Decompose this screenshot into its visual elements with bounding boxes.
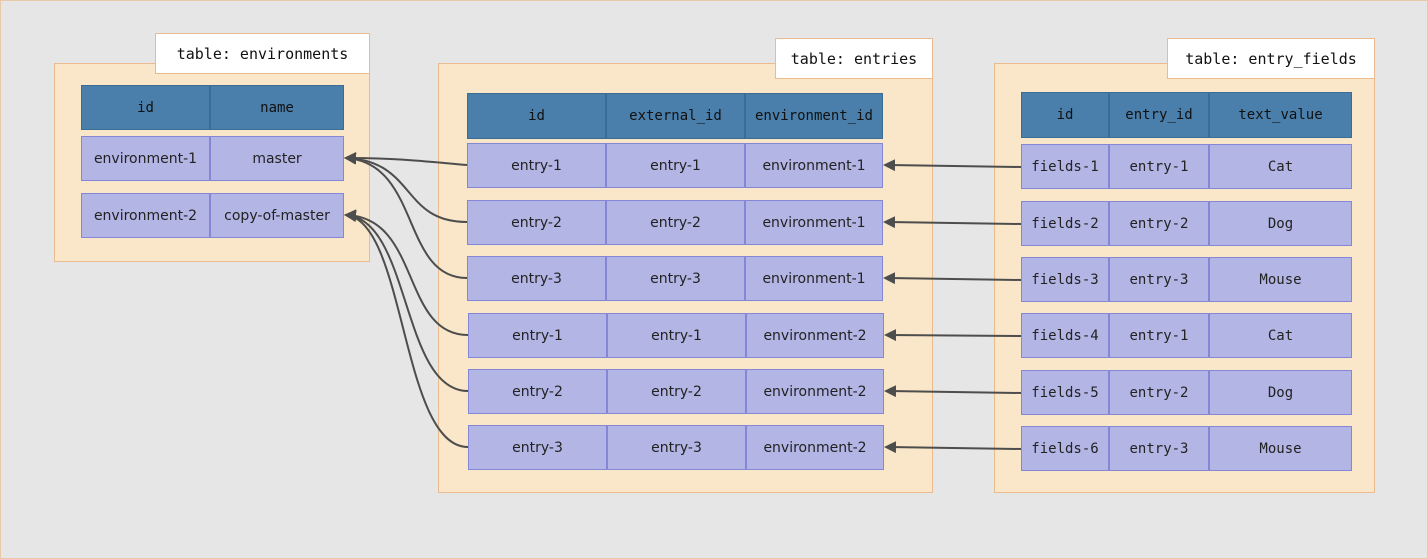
entries-table-title: table: entries bbox=[775, 38, 933, 79]
table-cell: entry-2 bbox=[607, 369, 746, 414]
table-cell: environment-2 bbox=[81, 193, 210, 238]
table-cell: entry-2 bbox=[606, 200, 745, 245]
table-cell: Dog bbox=[1209, 201, 1352, 246]
table-row: entry-1 entry-1 environment-1 bbox=[467, 143, 883, 188]
table-row: entry-1 entry-1 environment-2 bbox=[468, 313, 884, 358]
table-cell: entry-1 bbox=[1109, 313, 1209, 358]
environments-header-row: id name bbox=[81, 85, 344, 130]
diagram-canvas: table: environments id name environment-… bbox=[0, 0, 1428, 559]
table-row: entry-2 entry-2 environment-1 bbox=[467, 200, 883, 245]
table-row: fields-6 entry-3 Mouse bbox=[1021, 426, 1352, 471]
entry-fields-header-row: id entry_id text_value bbox=[1021, 92, 1352, 138]
table-cell: fields-2 bbox=[1021, 201, 1109, 246]
table-row: fields-4 entry-1 Cat bbox=[1021, 313, 1352, 358]
table-row: fields-2 entry-2 Dog bbox=[1021, 201, 1352, 246]
column-header-entry-id: entry_id bbox=[1109, 92, 1209, 138]
table-cell: Mouse bbox=[1209, 257, 1352, 302]
table-cell: entry-3 bbox=[1109, 426, 1209, 471]
table-cell: environment-2 bbox=[746, 369, 884, 414]
table-row: fields-3 entry-3 Mouse bbox=[1021, 257, 1352, 302]
column-header-name: name bbox=[210, 85, 344, 130]
table-row: fields-5 entry-2 Dog bbox=[1021, 370, 1352, 415]
table-cell: entry-1 bbox=[468, 313, 607, 358]
table-cell: fields-5 bbox=[1021, 370, 1109, 415]
table-cell: entry-3 bbox=[467, 256, 606, 301]
table-cell: Dog bbox=[1209, 370, 1352, 415]
table-cell: entry-1 bbox=[467, 143, 606, 188]
entry-fields-table-title: table: entry_fields bbox=[1167, 38, 1375, 79]
table-cell: environment-1 bbox=[81, 136, 210, 181]
table-cell: environment-1 bbox=[745, 256, 883, 301]
column-header-environment-id: environment_id bbox=[745, 93, 883, 139]
column-header-id: id bbox=[467, 93, 606, 139]
column-header-external-id: external_id bbox=[606, 93, 745, 139]
entries-header-row: id external_id environment_id bbox=[467, 93, 883, 139]
column-header-id: id bbox=[81, 85, 210, 130]
table-cell: entry-2 bbox=[1109, 201, 1209, 246]
table-cell: entry-3 bbox=[606, 256, 745, 301]
table-cell: entry-1 bbox=[607, 313, 746, 358]
table-cell: entry-2 bbox=[1109, 370, 1209, 415]
table-cell: entry-2 bbox=[467, 200, 606, 245]
table-cell: entry-1 bbox=[1109, 144, 1209, 189]
table-cell: copy-of-master bbox=[210, 193, 344, 238]
table-cell: fields-1 bbox=[1021, 144, 1109, 189]
table-cell: entry-2 bbox=[468, 369, 607, 414]
table-cell: fields-6 bbox=[1021, 426, 1109, 471]
table-cell: environment-2 bbox=[746, 425, 884, 470]
table-cell: entry-1 bbox=[606, 143, 745, 188]
table-cell: fields-3 bbox=[1021, 257, 1109, 302]
table-row: environment-1 master bbox=[81, 136, 344, 181]
table-cell: fields-4 bbox=[1021, 313, 1109, 358]
table-row: entry-3 entry-3 environment-1 bbox=[467, 256, 883, 301]
table-cell: master bbox=[210, 136, 344, 181]
table-cell: environment-1 bbox=[745, 200, 883, 245]
table-cell: Mouse bbox=[1209, 426, 1352, 471]
table-cell: entry-3 bbox=[607, 425, 746, 470]
table-row: fields-1 entry-1 Cat bbox=[1021, 144, 1352, 189]
table-row: entry-2 entry-2 environment-2 bbox=[468, 369, 884, 414]
table-cell: Cat bbox=[1209, 144, 1352, 189]
table-cell: environment-1 bbox=[745, 143, 883, 188]
table-cell: environment-2 bbox=[746, 313, 884, 358]
table-row: environment-2 copy-of-master bbox=[81, 193, 344, 238]
table-row: entry-3 entry-3 environment-2 bbox=[468, 425, 884, 470]
column-header-text-value: text_value bbox=[1209, 92, 1352, 138]
column-header-id: id bbox=[1021, 92, 1109, 138]
environments-table-title: table: environments bbox=[155, 33, 370, 74]
table-cell: entry-3 bbox=[1109, 257, 1209, 302]
table-cell: Cat bbox=[1209, 313, 1352, 358]
table-cell: entry-3 bbox=[468, 425, 607, 470]
